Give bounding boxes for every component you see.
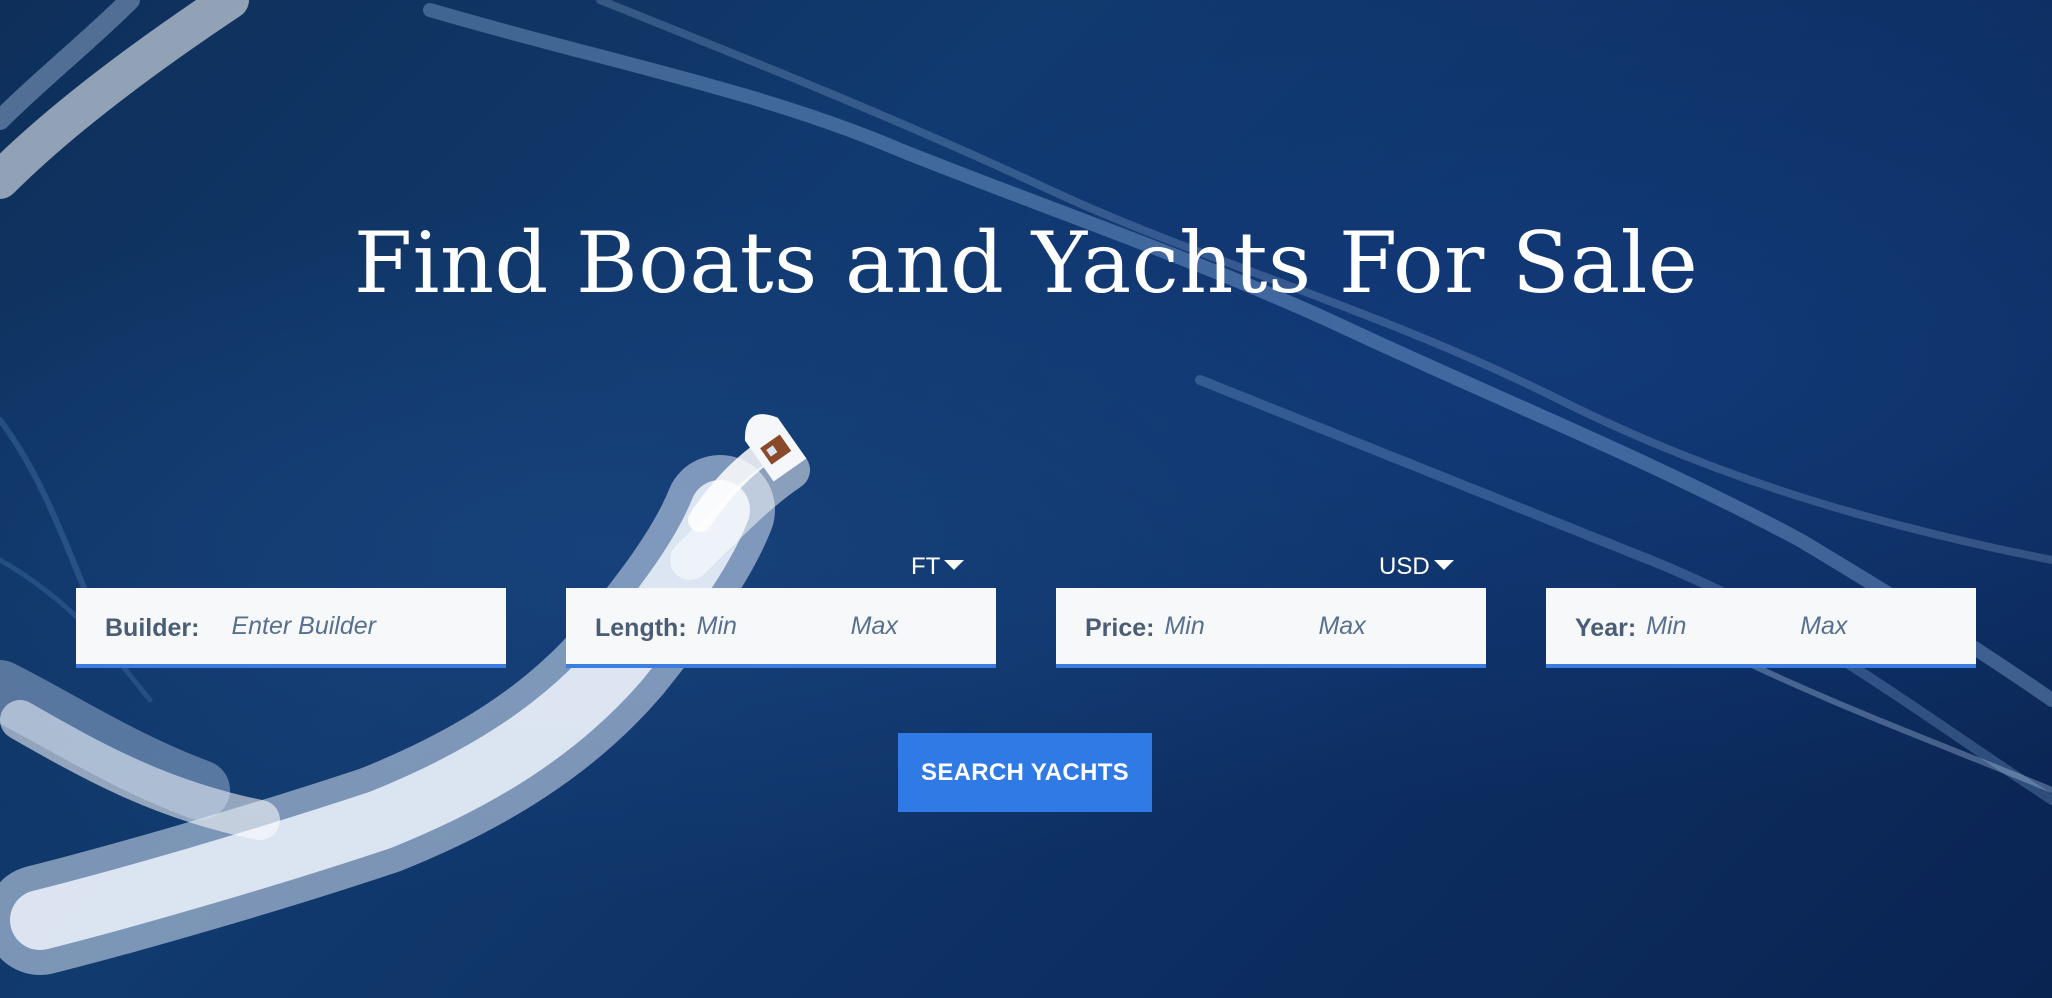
currency-label: USD (1379, 553, 1430, 580)
caret-down-icon (944, 560, 965, 570)
price-max-input[interactable] (1318, 611, 1439, 641)
price-label: Price: (1085, 613, 1155, 642)
builder-input[interactable] (231, 611, 432, 641)
hero-section: Find Boats and Yachts For Sale FT USD Bu… (0, 0, 2052, 998)
caret-down-icon (1433, 560, 1454, 570)
year-field: Year: (1546, 588, 1976, 668)
price-min-input[interactable] (1164, 611, 1295, 641)
length-field: Length: (566, 588, 996, 668)
length-min-input[interactable] (696, 611, 827, 641)
search-yachts-button[interactable]: SEARCH YACHTS (898, 733, 1152, 812)
year-label: Year: (1575, 613, 1637, 642)
ocean-background-image (0, 0, 2052, 975)
length-label: Length: (595, 613, 687, 642)
page-title: Find Boats and Yachts For Sale (353, 214, 1699, 312)
currency-dropdown[interactable]: USD (1379, 553, 1454, 581)
length-max-input[interactable] (850, 611, 971, 641)
length-unit-dropdown[interactable]: FT (911, 553, 965, 581)
builder-field: Builder: (76, 588, 506, 668)
year-min-input[interactable] (1646, 611, 1777, 641)
length-unit-label: FT (911, 553, 941, 580)
builder-label: Builder: (105, 613, 200, 642)
price-field: Price: (1056, 588, 1486, 668)
year-max-input[interactable] (1800, 611, 1921, 641)
